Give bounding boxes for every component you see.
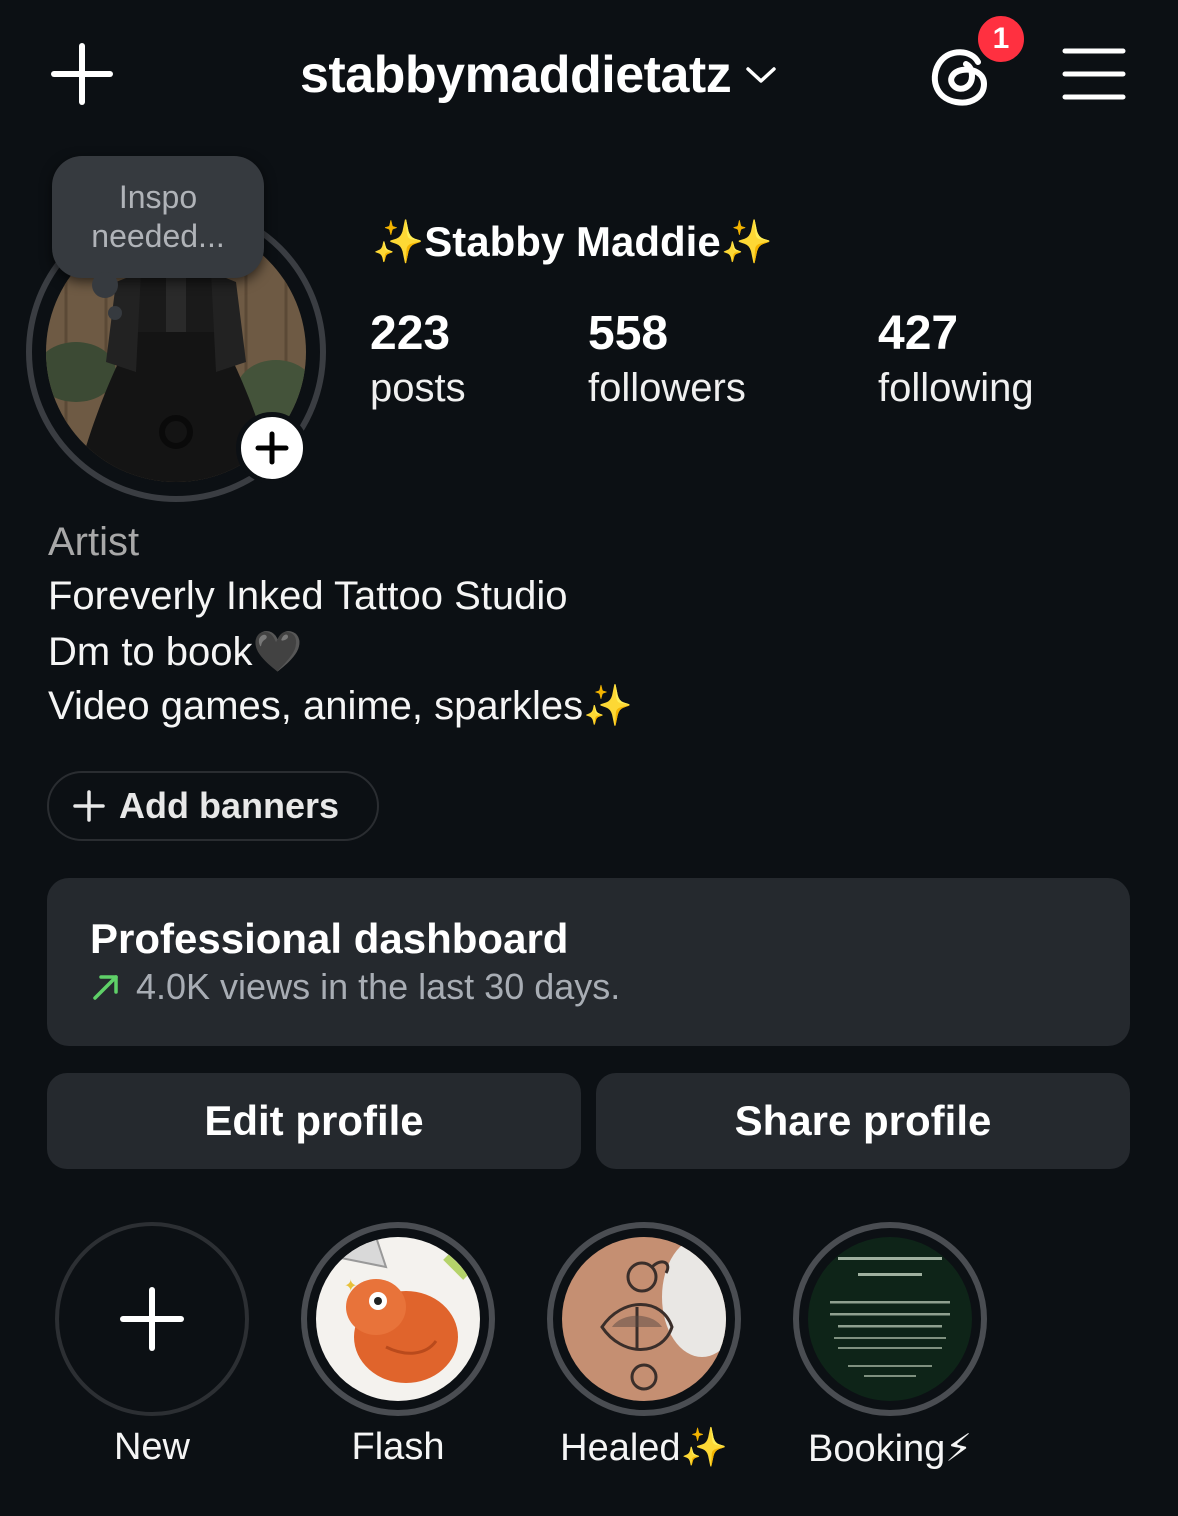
chevron-down-icon (746, 67, 776, 83)
bio-category: Artist (48, 520, 140, 564)
display-name: ✨Stabby Maddie✨ (372, 218, 773, 265)
highlight-thumbnail (808, 1237, 972, 1401)
highlight-booking[interactable]: Booking⚡ (793, 1222, 987, 1471)
highlight-thumbnail (562, 1237, 726, 1401)
followers-label: followers (588, 366, 746, 410)
note-bubble-tail (92, 272, 118, 298)
posts-label: posts (370, 366, 466, 410)
dashboard-stats: 4.0K views in the last 30 days. (90, 966, 1130, 1008)
dashboard-title: Professional dashboard (90, 915, 569, 962)
bio-line: Dm to book🖤 (48, 630, 303, 674)
professional-dashboard-card[interactable]: Professional dashboard 4.0K views in the… (47, 878, 1130, 1046)
bio-line: Foreverly Inked Tattoo Studio (48, 574, 568, 618)
followers-count: 558 (588, 307, 669, 360)
posts-stat[interactable]: 223 posts (370, 306, 466, 414)
plus-icon (73, 790, 105, 822)
highlight-circle (547, 1222, 741, 1416)
highlight-flash[interactable]: ✦ Flash (301, 1222, 495, 1469)
share-profile-button[interactable]: Share profile (596, 1073, 1130, 1169)
note-bubble-tail-dot (108, 306, 122, 320)
account-switcher[interactable]: stabbymaddietatz (300, 40, 777, 110)
hamburger-menu-icon (1062, 48, 1126, 100)
note-bubble[interactable]: Inspo needed... (52, 156, 264, 278)
plus-icon (255, 431, 289, 465)
highlight-thumbnail: ✦ (316, 1237, 480, 1401)
highlight-label: Flash (351, 1426, 445, 1468)
dashboard-views-text: 4.0K views in the last 30 days. (136, 966, 621, 1007)
highlight-circle (793, 1222, 987, 1416)
notification-badge: 1 (974, 12, 1028, 66)
new-post-button[interactable] (50, 42, 114, 106)
edit-profile-button[interactable]: Edit profile (47, 1073, 581, 1169)
plus-icon (120, 1287, 184, 1351)
following-count: 427 (878, 307, 959, 360)
highlight-label: Healed✨ (560, 1427, 728, 1469)
highlight-label: Booking⚡ (807, 1428, 972, 1470)
add-story-button[interactable] (236, 412, 308, 484)
highlight-new-circle (55, 1222, 249, 1416)
highlight-new[interactable]: New (55, 1222, 249, 1469)
highlight-circle: ✦ (301, 1222, 495, 1416)
highlight-label: New (113, 1426, 191, 1468)
username: stabbymaddietatz (300, 46, 732, 104)
posts-count: 223 (370, 307, 451, 360)
following-label: following (878, 366, 1034, 410)
add-banners-label: Add banners (119, 785, 340, 826)
highlight-healed[interactable]: Healed✨ (547, 1222, 741, 1470)
add-banners-button[interactable]: Add banners (47, 771, 379, 841)
bio-line: Video games, anime, sparkles✨ (48, 684, 633, 728)
following-stat[interactable]: 427 following (878, 306, 1034, 414)
trending-up-arrow-icon (93, 975, 118, 1000)
plus-icon (51, 43, 113, 105)
menu-button[interactable] (1062, 46, 1126, 102)
note-text: Inspo needed... (91, 179, 225, 254)
followers-stat[interactable]: 558 followers (588, 306, 746, 414)
svg-text:✦: ✦ (344, 1278, 357, 1295)
